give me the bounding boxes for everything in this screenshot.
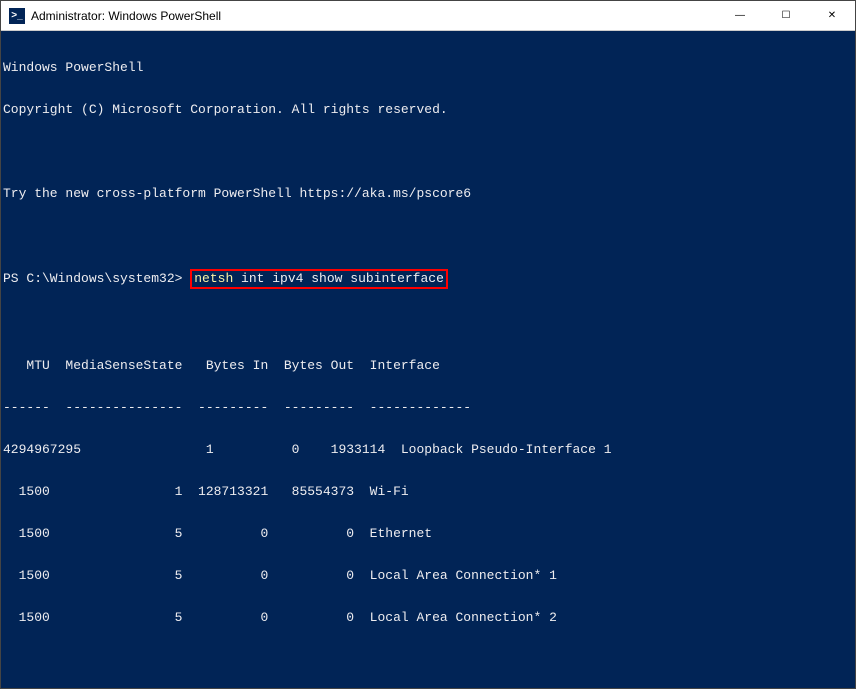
- terminal-area[interactable]: Windows PowerShell Copyright (C) Microso…: [1, 31, 855, 688]
- titlebar[interactable]: >_ Administrator: Windows PowerShell — ☐…: [1, 1, 855, 31]
- banner-line: Windows PowerShell: [3, 61, 855, 75]
- table-header: MTU MediaSenseState Bytes In Bytes Out I…: [3, 359, 855, 373]
- command-args: int ipv4 show subinterface: [241, 271, 444, 286]
- powershell-icon: >_: [9, 8, 25, 24]
- prompt-prefix: PS C:\Windows\system32>: [3, 272, 190, 286]
- table-divider: ------ --------------- --------- -------…: [3, 401, 855, 415]
- powershell-window: >_ Administrator: Windows PowerShell — ☐…: [0, 0, 856, 689]
- try-line: Try the new cross-platform PowerShell ht…: [3, 187, 855, 201]
- maximize-button[interactable]: ☐: [763, 1, 809, 30]
- window-controls: — ☐ ✕: [717, 1, 855, 30]
- command-highlight-box: netsh int ipv4 show subinterface: [190, 269, 448, 289]
- prompt-line-1: PS C:\Windows\system32> netsh int ipv4 s…: [3, 271, 855, 289]
- table-row: 1500 1 128713321 85554373 Wi-Fi: [3, 485, 855, 499]
- copyright-line: Copyright (C) Microsoft Corporation. All…: [3, 103, 855, 117]
- minimize-button[interactable]: —: [717, 1, 763, 30]
- table-row: 4294967295 1 0 1933114 Loopback Pseudo-I…: [3, 443, 855, 457]
- table-row: 1500 5 0 0 Ethernet: [3, 527, 855, 541]
- close-button[interactable]: ✕: [809, 1, 855, 30]
- table-row: 1500 5 0 0 Local Area Connection* 2: [3, 611, 855, 625]
- table-row: 1500 5 0 0 Local Area Connection* 1: [3, 569, 855, 583]
- command-keyword: netsh: [194, 271, 241, 286]
- window-title: Administrator: Windows PowerShell: [31, 9, 717, 23]
